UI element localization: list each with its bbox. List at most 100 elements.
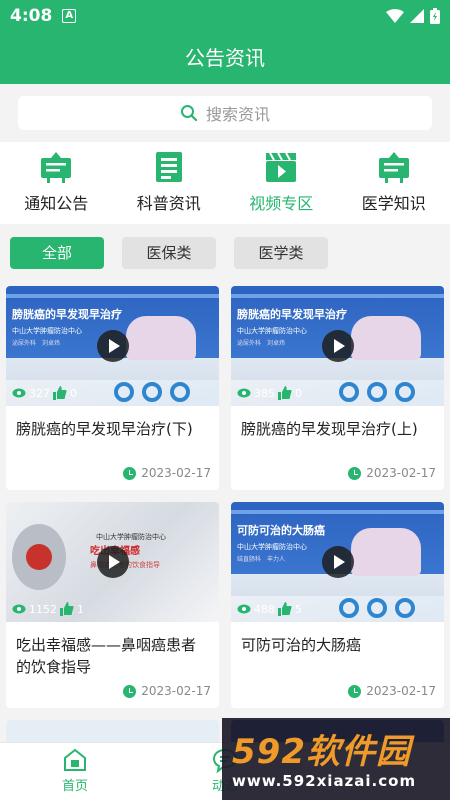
filter-bar: 全部 医保类 医学类 bbox=[0, 224, 450, 282]
publish-date: 2023-02-17 bbox=[348, 466, 436, 480]
video-stats: 385 0 bbox=[237, 386, 302, 400]
thumb-speaker: 结直肠科 丰力人 bbox=[237, 556, 286, 563]
video-grid: 膀胱癌的早发现早治疗 中山大学肿瘤防治中心 泌尿外科 刘卓炜 327 0 膀胱癌… bbox=[0, 282, 450, 742]
date-text: 2023-02-17 bbox=[366, 684, 436, 698]
video-thumbnail[interactable]: 膀胱癌的早发现早治疗 中山大学肿瘤防治中心 泌尿外科 刘卓炜 385 0 bbox=[231, 286, 444, 406]
ring-decoration bbox=[395, 598, 415, 618]
ring-decoration bbox=[339, 598, 359, 618]
category-science-news[interactable]: 科普资讯 bbox=[113, 142, 226, 224]
like-count: 0 bbox=[295, 386, 302, 400]
tab-label: 首页 bbox=[61, 779, 88, 794]
video-title[interactable]: 吃出幸福感——鼻咽癌患者的饮食指导 bbox=[6, 622, 219, 682]
thumb-title: 膀胱癌的早发现早治疗 bbox=[237, 308, 347, 321]
ring-decoration bbox=[114, 382, 134, 402]
red-button-illustration bbox=[26, 544, 52, 570]
thumb-subtitle: 中山大学肿瘤防治中心 bbox=[96, 533, 166, 541]
view-count: 327 bbox=[29, 386, 50, 400]
play-button[interactable] bbox=[97, 546, 129, 578]
ring-decoration bbox=[367, 598, 387, 618]
filter-medicine[interactable]: 医学类 bbox=[234, 237, 328, 269]
ring-decoration bbox=[395, 382, 415, 402]
video-clapper-icon bbox=[266, 152, 297, 182]
eye-icon bbox=[237, 388, 251, 398]
category-label: 科普资讯 bbox=[136, 194, 201, 213]
video-stats: 327 0 bbox=[12, 386, 77, 400]
date-text: 2023-02-17 bbox=[141, 466, 211, 480]
category-label: 医学知识 bbox=[361, 194, 426, 213]
thumb-band bbox=[6, 294, 219, 298]
mascot-illustration bbox=[351, 528, 421, 576]
category-nav: 通知公告 科普资讯 视频专区 医学知识 bbox=[0, 142, 450, 224]
thumb-subtitle: 中山大学肿瘤防治中心 bbox=[12, 327, 82, 335]
eye-icon bbox=[237, 604, 251, 614]
search-input[interactable]: 搜索资讯 bbox=[18, 96, 432, 130]
video-thumbnail[interactable]: 中山大学肿瘤防治中心 吃出幸福感 鼻咽癌患者的饮食指导 1152 1 bbox=[6, 502, 219, 622]
play-button[interactable] bbox=[97, 330, 129, 362]
thumb-title: 膀胱癌的早发现早治疗 bbox=[12, 308, 122, 321]
thumbs-up-icon bbox=[278, 386, 292, 400]
publish-date: 2023-02-17 bbox=[123, 684, 211, 698]
eye-icon bbox=[12, 604, 26, 614]
filter-all[interactable]: 全部 bbox=[10, 237, 104, 269]
view-count: 488 bbox=[254, 602, 275, 616]
video-card[interactable]: 膀胱癌的早发现早治疗 中山大学肿瘤防治中心 泌尿外科 刘卓炜 385 0 膀胱癌… bbox=[231, 286, 444, 490]
home-icon bbox=[64, 748, 86, 771]
watermark-brand: 592软件园 bbox=[232, 732, 411, 772]
thumbs-up-icon bbox=[278, 602, 292, 616]
thumb-subtitle: 中山大学肿瘤防治中心 bbox=[237, 543, 307, 551]
play-button[interactable] bbox=[322, 546, 354, 578]
video-thumbnail[interactable]: 可防可治的大肠癌 中山大学肿瘤防治中心 结直肠科 丰力人 488 5 bbox=[231, 502, 444, 622]
category-label: 通知公告 bbox=[24, 194, 89, 213]
video-thumbnail[interactable]: 膀胱癌的早发现早治疗 中山大学肿瘤防治中心 泌尿外科 刘卓炜 327 0 bbox=[6, 286, 219, 406]
view-count: 385 bbox=[254, 386, 275, 400]
category-video-zone[interactable]: 视频专区 bbox=[225, 142, 338, 224]
video-title[interactable]: 可防可治的大肠癌 bbox=[231, 622, 444, 682]
date-text: 2023-02-17 bbox=[366, 466, 436, 480]
ring-decoration bbox=[142, 382, 162, 402]
clock-icon bbox=[348, 466, 362, 480]
newspaper-icon bbox=[155, 152, 182, 182]
ring-decoration bbox=[170, 382, 190, 402]
video-card[interactable]: 中山大学肿瘤防治中心 吃出幸福感 鼻咽癌患者的饮食指导 1152 1 吃出幸福感… bbox=[6, 502, 219, 708]
search-icon bbox=[180, 105, 198, 122]
thumb-band bbox=[231, 294, 444, 298]
signal-icon bbox=[410, 9, 424, 23]
category-announcements[interactable]: 通知公告 bbox=[0, 142, 113, 224]
play-button[interactable] bbox=[322, 330, 354, 362]
publish-date: 2023-02-17 bbox=[123, 466, 211, 480]
filter-medical-insurance[interactable]: 医保类 bbox=[122, 237, 216, 269]
category-medical-knowledge[interactable]: 医学知识 bbox=[338, 142, 450, 224]
watermark-url: www.592xiazai.com bbox=[232, 772, 417, 790]
video-card[interactable]: 可防可治的大肠癌 中山大学肿瘤防治中心 结直肠科 丰力人 488 5 可防可治的… bbox=[231, 502, 444, 708]
view-count: 1152 bbox=[29, 602, 57, 616]
clock-icon bbox=[123, 684, 137, 698]
announcement-board-icon bbox=[41, 152, 72, 183]
eye-icon bbox=[12, 388, 26, 398]
ring-decoration bbox=[339, 382, 359, 402]
status-icons bbox=[386, 8, 440, 24]
thumb-band bbox=[231, 510, 444, 514]
thumbs-up-icon bbox=[53, 386, 67, 400]
search-area: 搜索资讯 bbox=[0, 84, 450, 142]
video-title[interactable]: 膀胱癌的早发现早治疗(下) bbox=[6, 406, 219, 466]
like-count: 0 bbox=[70, 386, 77, 400]
video-card-partial[interactable] bbox=[6, 720, 219, 742]
mascot-illustration bbox=[351, 316, 421, 360]
status-time: 4:08 bbox=[10, 6, 53, 26]
category-label: 视频专区 bbox=[249, 194, 314, 213]
thumb-speaker: 泌尿外科 刘卓炜 bbox=[237, 340, 286, 347]
wifi-icon bbox=[386, 9, 404, 23]
video-title[interactable]: 膀胱癌的早发现早治疗(上) bbox=[231, 406, 444, 466]
notification-icon: A bbox=[62, 9, 77, 23]
thumbs-up-icon bbox=[60, 602, 74, 616]
site-watermark: 592软件园 www.592xiazai.com bbox=[222, 718, 450, 800]
medical-board-icon bbox=[378, 152, 409, 183]
mascot-illustration bbox=[126, 316, 196, 360]
tab-home[interactable]: 首页 bbox=[0, 743, 150, 800]
date-text: 2023-02-17 bbox=[141, 684, 211, 698]
like-count: 5 bbox=[295, 602, 302, 616]
video-card[interactable]: 膀胱癌的早发现早治疗 中山大学肿瘤防治中心 泌尿外科 刘卓炜 327 0 膀胱癌… bbox=[6, 286, 219, 490]
thumb-speaker: 泌尿外科 刘卓炜 bbox=[12, 340, 61, 347]
video-stats: 488 5 bbox=[237, 602, 302, 616]
clock-icon bbox=[348, 684, 362, 698]
